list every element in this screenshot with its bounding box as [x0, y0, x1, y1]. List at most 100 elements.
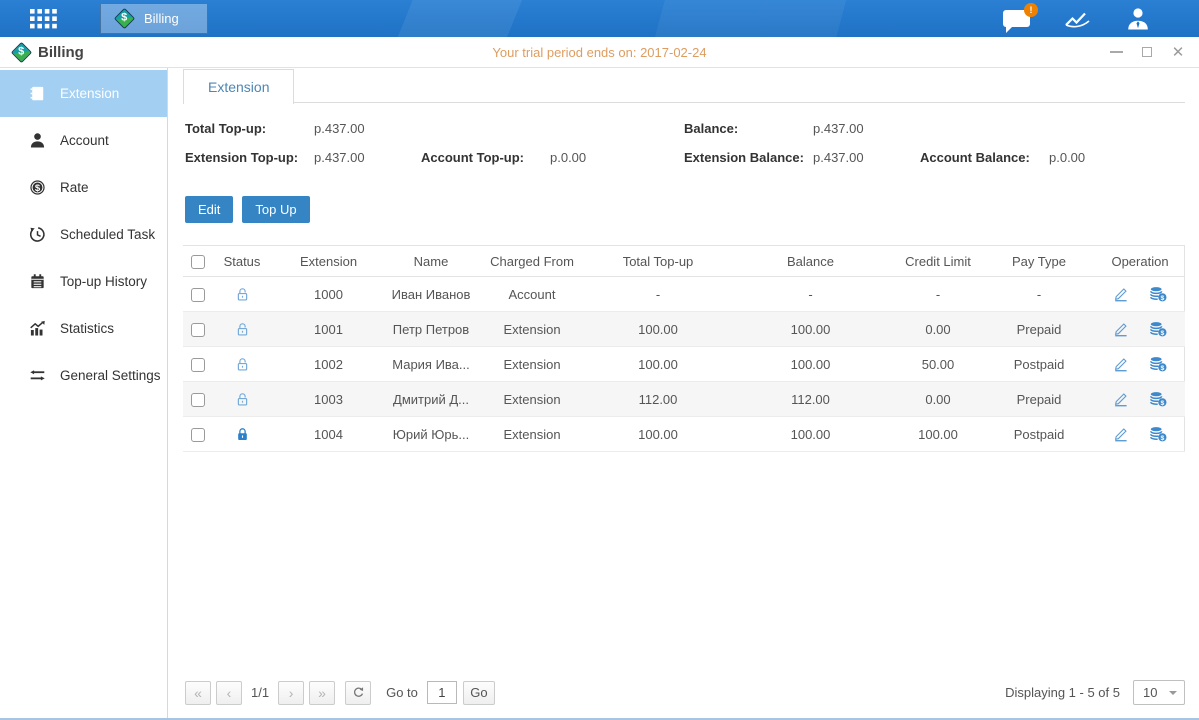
row-checkbox[interactable]: [191, 323, 205, 337]
toolbar: Edit Top Up: [185, 196, 1185, 223]
sidebar-item-label: Rate: [60, 180, 89, 195]
edit-row-icon[interactable]: [1113, 356, 1129, 372]
sidebar-item-general-settings[interactable]: General Settings: [0, 352, 167, 399]
cell-total-topup: 100.00: [588, 347, 728, 382]
cell-extension: 1000: [271, 277, 386, 312]
row-checkbox[interactable]: [191, 393, 205, 407]
pagination-bar: « ‹ 1/1 › » Go to Go Displaying 1 - 5 of…: [183, 680, 1185, 718]
rate-icon: [29, 179, 47, 196]
main-content: Extension Total Top-up: p.437.00 Balance…: [168, 68, 1199, 718]
account-topup-value: p.0.00: [550, 150, 684, 165]
cell-name: Дмитрий Д...: [386, 382, 476, 417]
column-total-topup: Total Top-up: [588, 246, 728, 277]
resource-monitor-button[interactable]: [1064, 9, 1091, 29]
cell-credit-limit: 50.00: [893, 347, 983, 382]
extension-topup-value: p.437.00: [314, 150, 421, 165]
total-topup-label: Total Top-up:: [185, 121, 314, 136]
maximize-button[interactable]: [1140, 45, 1154, 59]
main-menu-grid-icon[interactable]: [30, 9, 57, 29]
topup-button[interactable]: Top Up: [242, 196, 309, 223]
topup-row-icon[interactable]: [1149, 426, 1167, 442]
cell-charged-from: Extension: [476, 347, 588, 382]
table-row: 1003 Дмитрий Д... Extension 112.00 112.0…: [183, 382, 1185, 417]
topup-history-icon: [29, 273, 47, 290]
topup-row-icon[interactable]: [1149, 321, 1167, 337]
sidebar-item-label: Top-up History: [60, 274, 147, 289]
sidebar-item-scheduled-task[interactable]: Scheduled Task: [0, 211, 167, 258]
select-all-checkbox[interactable]: [191, 255, 205, 269]
cell-credit-limit: 100.00: [893, 417, 983, 452]
cell-extension: 1004: [271, 417, 386, 452]
notification-badge: !: [1024, 3, 1038, 17]
taskbar-tab-label: Billing: [144, 11, 179, 26]
sidebar-item-extension[interactable]: Extension: [0, 70, 167, 117]
sidebar-item-account[interactable]: Account: [0, 117, 167, 164]
topup-row-icon[interactable]: [1149, 356, 1167, 372]
table-row: 1002 Мария Ива... Extension 100.00 100.0…: [183, 347, 1185, 382]
cell-balance: 112.00: [728, 382, 893, 417]
edit-row-icon[interactable]: [1113, 286, 1129, 302]
balance-value: p.437.00: [813, 121, 920, 136]
edit-row-icon[interactable]: [1113, 391, 1129, 407]
last-page-button[interactable]: »: [309, 681, 335, 705]
table-row: 1000 Иван Иванов Account - - - -: [183, 277, 1185, 312]
edit-button[interactable]: Edit: [185, 196, 233, 223]
table-row: 1004 Юрий Юрь... Extension 100.00 100.00…: [183, 417, 1185, 452]
column-credit-limit: Credit Limit: [893, 246, 983, 277]
cell-pay-type: Postpaid: [983, 417, 1095, 452]
cell-pay-type: Postpaid: [983, 347, 1095, 382]
user-account-button[interactable]: [1125, 7, 1151, 30]
statistics-icon: [29, 320, 47, 337]
trial-notice: Your trial period ends on: 2017-02-24: [0, 45, 1199, 60]
notifications-button[interactable]: !: [1003, 10, 1030, 27]
sidebar-item-topup-history[interactable]: Top-up History: [0, 258, 167, 305]
extension-balance-label: Extension Balance:: [684, 150, 813, 165]
edit-row-icon[interactable]: [1113, 321, 1129, 337]
sidebar-item-rate[interactable]: Rate: [0, 164, 167, 211]
goto-page-input[interactable]: [427, 681, 457, 704]
row-checkbox[interactable]: [191, 288, 205, 302]
sidebar-item-label: Scheduled Task: [60, 227, 155, 242]
column-pay-type: Pay Type: [983, 246, 1095, 277]
locked-icon: [235, 427, 250, 442]
tab-extension[interactable]: Extension: [183, 69, 294, 104]
column-extension: Extension: [271, 246, 386, 277]
billing-window-icon: $: [10, 41, 32, 63]
extension-icon: [29, 85, 47, 102]
cell-charged-from: Extension: [476, 312, 588, 347]
refresh-icon: [352, 686, 365, 699]
cell-balance: -: [728, 277, 893, 312]
first-page-button[interactable]: «: [185, 681, 211, 705]
cell-balance: 100.00: [728, 312, 893, 347]
page-size-select[interactable]: 10: [1133, 680, 1185, 705]
line-chart-icon: [1064, 9, 1091, 29]
goto-label: Go to: [386, 685, 418, 700]
row-checkbox[interactable]: [191, 428, 205, 442]
go-button[interactable]: Go: [463, 681, 495, 705]
sidebar-item-statistics[interactable]: Statistics: [0, 305, 167, 352]
cell-total-topup: -: [588, 277, 728, 312]
topup-row-icon[interactable]: [1149, 286, 1167, 302]
close-button[interactable]: ✕: [1171, 45, 1185, 59]
sidebar-item-label: General Settings: [60, 368, 161, 383]
balance-summary: Total Top-up: p.437.00 Balance: p.437.00…: [183, 103, 1185, 181]
next-page-button[interactable]: ›: [278, 681, 304, 705]
taskbar-tab-billing[interactable]: $ Billing: [100, 3, 208, 34]
cell-total-topup: 100.00: [588, 312, 728, 347]
topup-row-icon[interactable]: [1149, 391, 1167, 407]
billing-window: $ Billing ! $: [0, 0, 1199, 720]
cell-name: Юрий Юрь...: [386, 417, 476, 452]
total-topup-value: p.437.00: [314, 121, 421, 136]
window-title: Billing: [38, 44, 84, 61]
cell-extension: 1003: [271, 382, 386, 417]
row-checkbox[interactable]: [191, 358, 205, 372]
edit-row-icon[interactable]: [1113, 426, 1129, 442]
prev-page-button[interactable]: ‹: [216, 681, 242, 705]
refresh-button[interactable]: [345, 681, 371, 705]
minimize-button[interactable]: [1109, 45, 1123, 59]
cell-total-topup: 100.00: [588, 417, 728, 452]
navbar-right-icons: !: [1003, 7, 1199, 30]
cell-charged-from: Extension: [476, 382, 588, 417]
displaying-count: Displaying 1 - 5 of 5: [1005, 685, 1120, 700]
account-icon: [29, 132, 47, 149]
